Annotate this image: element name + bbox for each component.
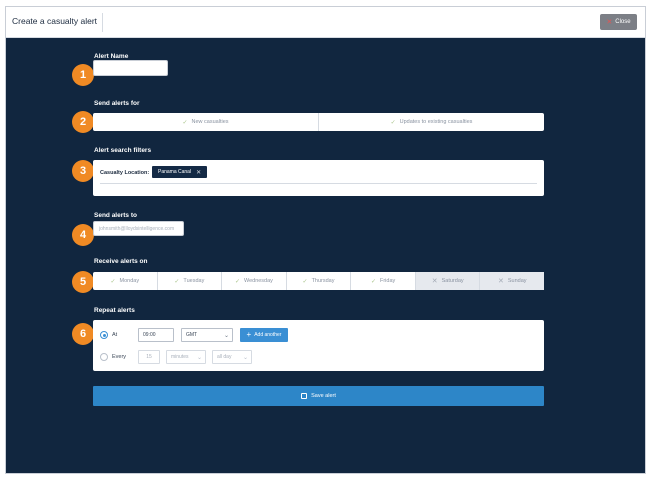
- day-saturday[interactable]: ✕ Saturday: [414, 272, 480, 290]
- check-icon: ✓: [370, 278, 376, 285]
- option-label: Updates to existing casualties: [399, 119, 473, 125]
- option-label: New casualties: [191, 119, 229, 125]
- save-label: Save alert: [311, 393, 336, 399]
- day-wednesday[interactable]: ✓ Wednesday: [221, 272, 286, 290]
- title-divider: [102, 13, 103, 32]
- at-radio[interactable]: [100, 331, 108, 339]
- day-label: Sunday: [507, 278, 527, 284]
- day-label: Thursday: [311, 278, 335, 284]
- step-badge-6: 6: [72, 323, 94, 345]
- check-icon: ✓: [110, 278, 116, 285]
- chevron-down-icon: ⌄: [242, 355, 248, 361]
- interval-unit-select[interactable]: minutes ⌄: [166, 350, 206, 364]
- send-for-segment: ✓ New casualties ✓ Updates to existing c…: [93, 113, 544, 131]
- alert-name-label: Alert Name: [94, 53, 129, 60]
- send-alerts-to-label: Send alerts to: [94, 212, 137, 219]
- page-title: Create a casualty alert: [12, 16, 98, 26]
- chevron-down-icon: ⌄: [196, 355, 202, 361]
- day-label: Wednesday: [243, 278, 273, 284]
- save-icon: [301, 393, 308, 399]
- every-radio[interactable]: [100, 353, 108, 361]
- day-label: Saturday: [441, 278, 464, 284]
- step-badge-3: 3: [72, 160, 94, 182]
- title-bar: Create a casualty alert ✕ Close: [6, 7, 645, 38]
- close-icon: ✕: [606, 19, 613, 26]
- timezone-select[interactable]: GMT ⌄: [181, 328, 233, 342]
- check-icon: ✓: [302, 278, 308, 285]
- day-tuesday[interactable]: ✓ Tuesday: [156, 272, 222, 290]
- unit-value: minutes: [171, 354, 189, 360]
- day-monday[interactable]: ✓ Monday: [93, 272, 157, 290]
- cross-icon: ✕: [497, 278, 504, 285]
- option-updates-existing[interactable]: ✓ Updates to existing casualties: [318, 113, 544, 131]
- search-filters-label: Alert search filters: [94, 147, 152, 154]
- chip-label: Panama Canal: [158, 169, 192, 175]
- email-field[interactable]: johnsmith@lloydsintelligence.com: [93, 221, 184, 236]
- send-alerts-for-label: Send alerts for: [94, 100, 140, 107]
- add-another-label: Add another: [254, 332, 282, 338]
- check-icon: ✓: [390, 119, 396, 126]
- repeat-alerts-label: Repeat alerts: [94, 307, 135, 314]
- repeat-panel: At 09:00 GMT ⌄ + Add another Every 15 mi…: [93, 320, 544, 371]
- day-sunday[interactable]: ✕ Sunday: [479, 272, 545, 290]
- remove-chip-icon[interactable]: ✕: [196, 169, 201, 176]
- step-badge-4: 4: [72, 224, 94, 246]
- save-alert-button[interactable]: Save alert: [93, 386, 544, 406]
- time-input[interactable]: 09:00: [138, 328, 174, 342]
- step-badge-5: 5: [72, 271, 94, 293]
- timezone-value: GMT: [186, 332, 198, 338]
- add-another-button[interactable]: + Add another: [240, 328, 288, 342]
- repeat-at-option[interactable]: At: [100, 331, 117, 339]
- search-filters-panel: Casualty Location: Panama Canal ✕: [93, 160, 544, 196]
- day-thursday[interactable]: ✓ Thursday: [285, 272, 351, 290]
- schedule-scope-select[interactable]: all day ⌄: [212, 350, 252, 364]
- close-button[interactable]: ✕ Close: [600, 14, 637, 30]
- scope-value: all day: [217, 354, 232, 360]
- alert-name-input[interactable]: [93, 60, 168, 76]
- plus-icon: +: [246, 330, 252, 339]
- interval-input[interactable]: 15: [138, 350, 160, 364]
- day-label: Tuesday: [183, 278, 205, 284]
- every-label: Every: [112, 354, 127, 360]
- option-new-casualties[interactable]: ✓ New casualties: [93, 113, 318, 131]
- check-icon: ✓: [174, 278, 180, 285]
- at-label: At: [112, 332, 118, 338]
- step-badge-2: 2: [72, 111, 94, 133]
- step-badge-1: 1: [72, 64, 94, 86]
- check-icon: ✓: [234, 278, 240, 285]
- weekday-selector: ✓ Monday ✓ Tuesday ✓ Wednesday ✓ Thursday ✓ F…: [93, 272, 545, 290]
- casualty-location-label: Casualty Location:: [100, 170, 150, 176]
- receive-alerts-on-label: Receive alerts on: [94, 258, 148, 265]
- cross-icon: ✕: [431, 278, 438, 285]
- repeat-every-option[interactable]: Every: [100, 353, 126, 361]
- day-friday[interactable]: ✓ Friday: [350, 272, 415, 290]
- close-label: Close: [615, 19, 631, 25]
- day-label: Monday: [119, 278, 140, 284]
- location-chip[interactable]: Panama Canal ✕: [152, 166, 208, 178]
- filter-input-line[interactable]: [100, 183, 537, 184]
- chevron-down-icon: ⌄: [223, 333, 229, 339]
- day-label: Friday: [379, 278, 396, 284]
- check-icon: ✓: [182, 119, 188, 126]
